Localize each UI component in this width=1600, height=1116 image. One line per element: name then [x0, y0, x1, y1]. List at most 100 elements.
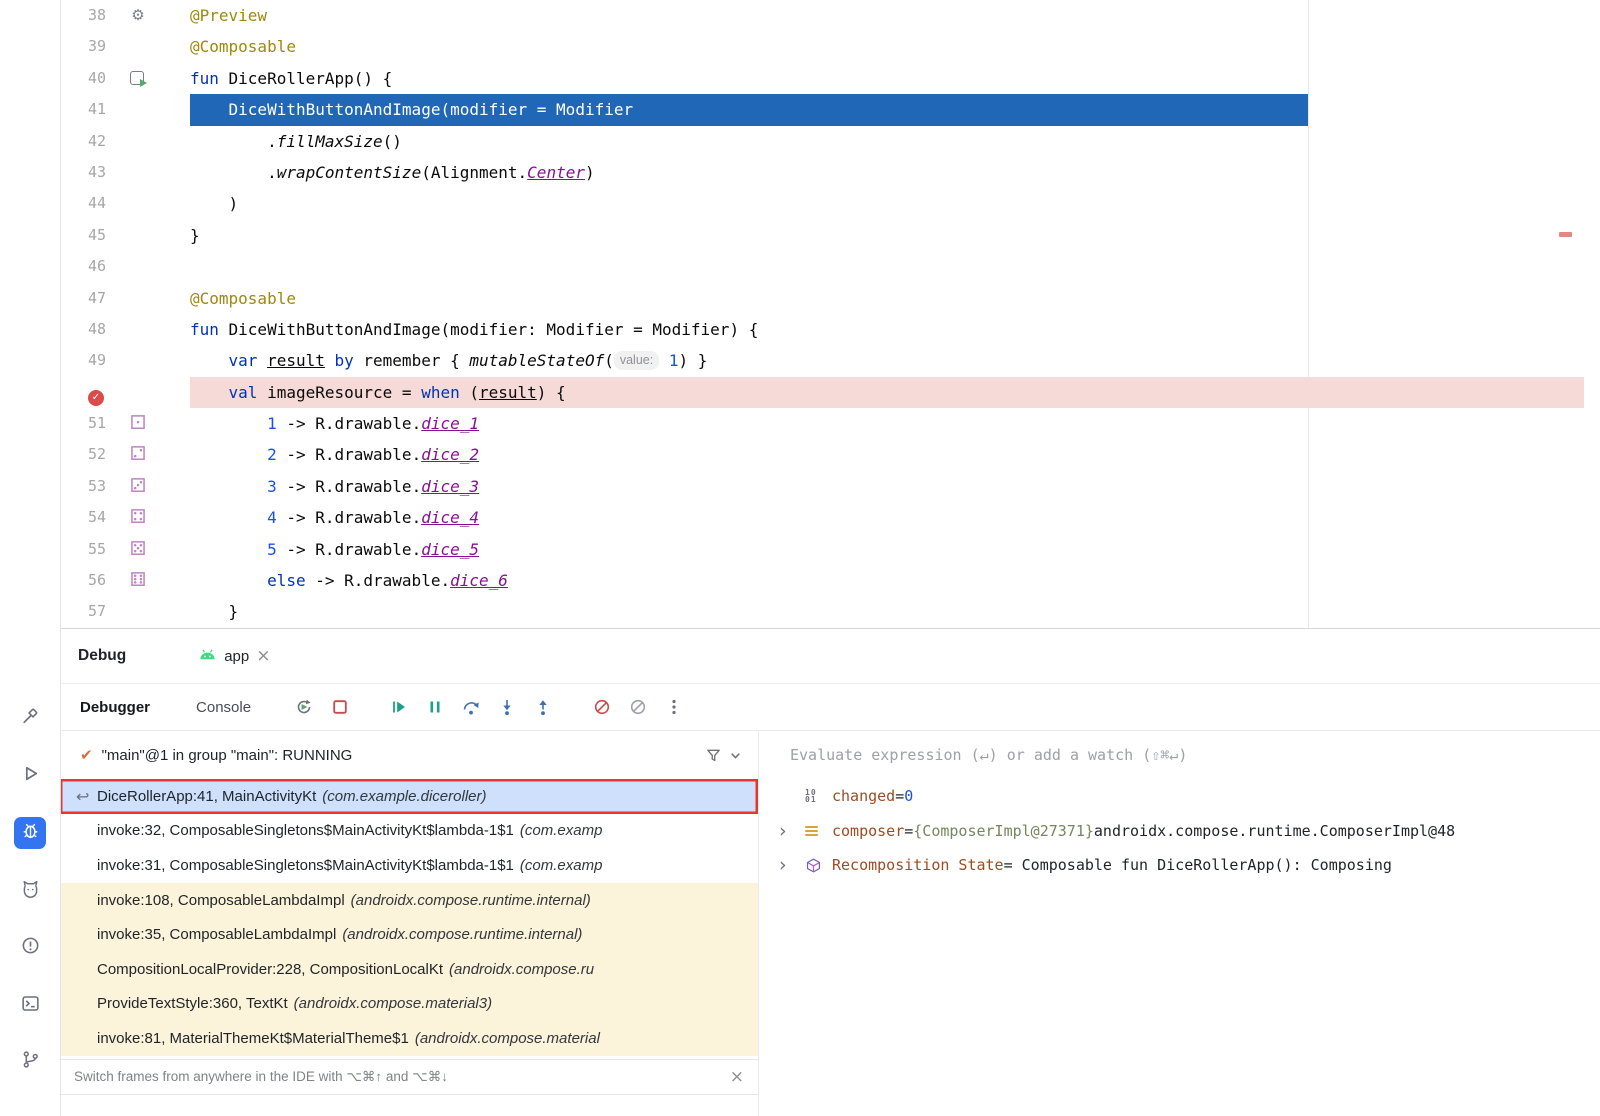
debug-session-tab-app[interactable]: app × — [198, 647, 270, 665]
line-number[interactable]: 45 — [60, 220, 106, 251]
stack-frame[interactable]: invoke:31, ComposableSingletons$MainActi… — [60, 848, 758, 883]
code-line[interactable]: 55⚄ 5 -> R.drawable.dice_5 — [60, 534, 1600, 565]
code-line[interactable]: 38 ⚙ @Preview — [60, 0, 1600, 31]
code-text[interactable]: } — [190, 596, 1584, 627]
dice4-preview-icon[interactable]: ⚃ — [120, 502, 156, 533]
rerun-icon[interactable] — [293, 696, 315, 718]
line-number[interactable]: 56 — [60, 565, 106, 596]
step-out-icon[interactable] — [532, 696, 554, 718]
code-line[interactable]: 40fun DiceRollerApp() { — [60, 63, 1600, 94]
tool-window-button-terminal[interactable] — [14, 990, 46, 1022]
resume-icon[interactable] — [388, 696, 410, 718]
code-line[interactable]: 53⚂ 3 -> R.drawable.dice_3 — [60, 471, 1600, 502]
line-number[interactable]: 41 — [60, 94, 106, 125]
mute-breakpoints-icon[interactable] — [627, 696, 649, 718]
dice2-preview-icon[interactable]: ⚁ — [120, 439, 156, 470]
expand-chevron-icon[interactable]: › — [779, 820, 805, 842]
code-text[interactable]: 4 -> R.drawable.dice_4 — [190, 502, 1584, 533]
view-breakpoints-icon[interactable] — [591, 696, 613, 718]
code-text[interactable]: @Preview — [190, 0, 1584, 31]
tool-window-button-version-control[interactable] — [14, 1046, 46, 1078]
dice5-preview-icon[interactable]: ⚄ — [120, 534, 156, 565]
line-number[interactable]: 47 — [60, 283, 106, 314]
line-number[interactable]: 42 — [60, 126, 106, 157]
expand-chevron-icon[interactable]: › — [779, 854, 805, 876]
line-number[interactable]: 44 — [60, 188, 106, 219]
line-number[interactable]: 38 — [60, 0, 106, 31]
code-text[interactable]: 2 -> R.drawable.dice_2 — [190, 439, 1584, 470]
variable-row[interactable]: 1001changed = 0 — [759, 779, 1600, 814]
line-number[interactable]: 43 — [60, 157, 106, 188]
code-text[interactable]: fun DiceWithButtonAndImage(modifier: Mod… — [190, 314, 1584, 345]
tool-window-button-problems[interactable] — [14, 932, 46, 964]
code-text[interactable]: ) — [190, 188, 1584, 219]
code-text[interactable]: DiceWithButtonAndImage(modifier = Modifi… — [190, 94, 1584, 125]
line-number[interactable]: 48 — [60, 314, 106, 345]
dice3-preview-icon[interactable]: ⚂ — [120, 471, 156, 502]
code-line[interactable]: 46 — [60, 251, 1600, 282]
code-text[interactable]: else -> R.drawable.dice_6 — [190, 565, 1584, 596]
line-number[interactable]: 52 — [60, 439, 106, 470]
stack-frame[interactable]: ProvideTextStyle:360, TextKt(androidx.co… — [60, 987, 758, 1022]
code-text[interactable]: fun DiceRollerApp() { — [190, 63, 1584, 94]
code-text[interactable]: .wrapContentSize(Alignment.Center) — [190, 157, 1584, 188]
pause-icon[interactable] — [424, 696, 446, 718]
stack-frame[interactable]: invoke:108, ComposableLambdaImpl(android… — [60, 883, 758, 918]
dice1-preview-icon[interactable]: ⚀ — [120, 408, 156, 439]
code-line[interactable]: 42 .fillMaxSize() — [60, 126, 1600, 157]
code-text[interactable]: } — [190, 220, 1584, 251]
stack-frame[interactable]: invoke:35, ComposableLambdaImpl(androidx… — [60, 917, 758, 952]
code-text[interactable]: 1 -> R.drawable.dice_1 — [190, 408, 1584, 439]
line-number[interactable]: 54 — [60, 502, 106, 533]
code-line[interactable]: 47 @Composable — [60, 283, 1600, 314]
stack-frame[interactable]: CompositionLocalProvider:228, Compositio… — [60, 952, 758, 987]
code-editor[interactable]: 38⚙@Preview39@Composable40fun DiceRoller… — [60, 0, 1600, 628]
code-line[interactable]: 52 ⚁ 2 -> R.drawable.dice_2 — [60, 439, 1600, 470]
step-into-icon[interactable] — [496, 696, 518, 718]
line-number[interactable]: 57 — [60, 596, 106, 627]
tool-window-button-debug[interactable] — [14, 817, 46, 849]
code-text[interactable]: .fillMaxSize() — [190, 126, 1584, 157]
tool-window-button-build[interactable] — [14, 702, 46, 734]
stack-frame[interactable]: invoke:32, ComposableSingletons$MainActi… — [60, 814, 758, 849]
code-line[interactable]: 48 fun DiceWithButtonAndImage(modifier: M… — [60, 314, 1600, 345]
line-number[interactable]: 51 — [60, 408, 106, 439]
line-number[interactable]: 46 — [60, 251, 106, 282]
step-over-icon[interactable] — [460, 696, 482, 718]
tool-window-button-run[interactable] — [14, 760, 46, 792]
code-line[interactable]: 57 } — [60, 596, 1600, 627]
code-line[interactable]: 43 .wrapContentSize(Alignment.Center) — [60, 157, 1600, 188]
stack-frame[interactable]: ↩DiceRollerApp:41, MainActivityKt(com.ex… — [60, 779, 758, 814]
chevron-down-icon[interactable] — [724, 744, 746, 766]
stop-icon[interactable] — [329, 696, 351, 718]
tab-debugger[interactable]: Debugger — [80, 699, 150, 716]
code-line[interactable]: 51 ⚀ 1 -> R.drawable.dice_1 — [60, 408, 1600, 439]
tool-window-button-logcat[interactable] — [14, 875, 46, 907]
code-line[interactable]: 39 @Composable — [60, 31, 1600, 62]
code-text[interactable]: 3 -> R.drawable.dice_3 — [190, 471, 1584, 502]
variable-row[interactable]: ›composer = {ComposerImpl@27371} android… — [759, 814, 1600, 849]
close-icon[interactable]: × — [256, 648, 270, 665]
code-line[interactable]: 56 ⚅ else -> R.drawable.dice_6 — [60, 565, 1600, 596]
run-preview-icon[interactable] — [120, 63, 156, 94]
filter-icon[interactable] — [702, 744, 724, 766]
evaluate-expression-input[interactable]: Evaluate expression (↵) or add a watch (… — [759, 731, 1600, 779]
line-number[interactable]: 49 — [60, 345, 106, 376]
code-text[interactable]: @Composable — [190, 31, 1584, 62]
stack-frame[interactable]: invoke:81, MaterialThemeKt$MaterialTheme… — [60, 1021, 758, 1056]
code-line[interactable]: ✓ val imageResource = when (result) { — [60, 377, 1600, 408]
code-line[interactable]: 49 var result by remember { mutableState… — [60, 345, 1600, 376]
close-icon[interactable]: × — [730, 1069, 744, 1086]
code-line[interactable]: 54 ⚃ 4 -> R.drawable.dice_4 — [60, 502, 1600, 533]
variable-row[interactable]: ›Recomposition State = Composable fun Di… — [759, 848, 1600, 883]
gear-icon[interactable]: ⚙ — [120, 0, 156, 31]
code-text[interactable]: var result by remember { mutableStateOf(… — [190, 345, 1584, 376]
code-text[interactable]: 5 -> R.drawable.dice_5 — [190, 534, 1584, 565]
code-text[interactable]: @Composable — [190, 283, 1584, 314]
line-number[interactable]: 39 — [60, 31, 106, 62]
tab-console[interactable]: Console — [196, 699, 251, 716]
breakpoint-icon[interactable]: ✓ — [88, 390, 104, 406]
code-line[interactable]: 45} — [60, 220, 1600, 251]
dice6-preview-icon[interactable]: ⚅ — [120, 565, 156, 596]
code-line[interactable]: 41 DiceWithButtonAndImage(modifier = Mod… — [60, 94, 1600, 125]
